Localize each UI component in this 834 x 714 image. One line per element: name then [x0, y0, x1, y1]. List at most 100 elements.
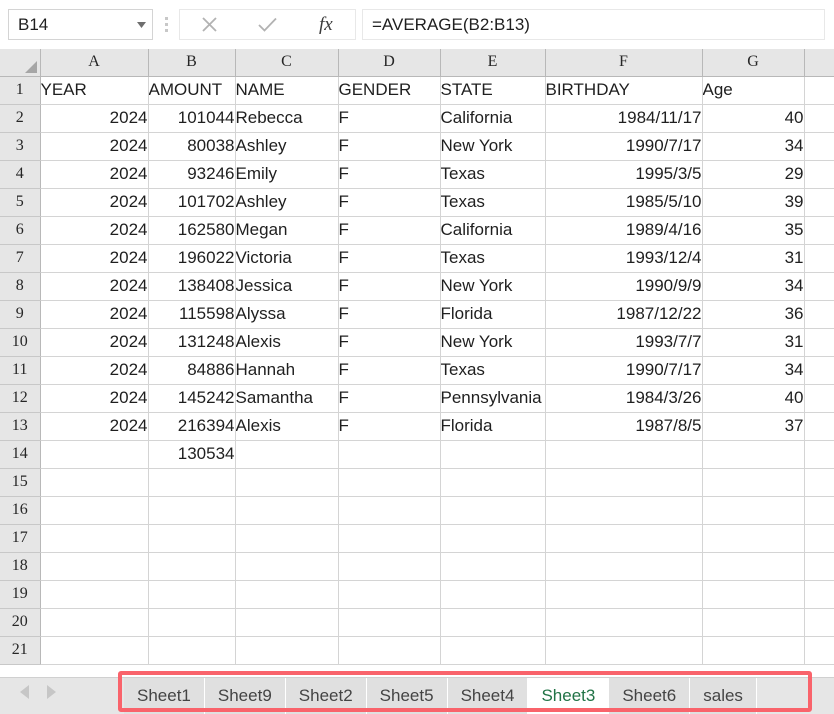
cell-G4[interactable]: 29: [702, 160, 804, 188]
cell-E1[interactable]: STATE: [440, 76, 545, 104]
row-header-2[interactable]: 2: [0, 104, 40, 132]
cell-D15[interactable]: [338, 468, 440, 496]
name-box[interactable]: B14: [8, 9, 153, 40]
cell-F3[interactable]: 1990/7/17: [545, 132, 702, 160]
cell-partial[interactable]: [804, 468, 834, 496]
cell-E14[interactable]: [440, 440, 545, 468]
cell-C2[interactable]: Rebecca: [235, 104, 338, 132]
cell-F19[interactable]: [545, 580, 702, 608]
chevron-down-icon[interactable]: [130, 22, 152, 28]
fx-insert-function-icon[interactable]: fx: [303, 10, 349, 39]
cell-C8[interactable]: Jessica: [235, 272, 338, 300]
cell-A13[interactable]: 2024: [40, 412, 148, 440]
cell-C7[interactable]: Victoria: [235, 244, 338, 272]
cell-E8[interactable]: New York: [440, 272, 545, 300]
sheet-tab-sheet3[interactable]: Sheet3: [528, 678, 609, 714]
row-header-7[interactable]: 7: [0, 244, 40, 272]
cell-D16[interactable]: [338, 496, 440, 524]
column-header-f[interactable]: F: [545, 49, 702, 76]
cell-partial[interactable]: [804, 608, 834, 636]
row-header-9[interactable]: 9: [0, 300, 40, 328]
row-header-16[interactable]: 16: [0, 496, 40, 524]
cell-B1[interactable]: AMOUNT: [148, 76, 235, 104]
cell-A18[interactable]: [40, 552, 148, 580]
row-header-10[interactable]: 10: [0, 328, 40, 356]
cell-D6[interactable]: F: [338, 216, 440, 244]
cell-A15[interactable]: [40, 468, 148, 496]
cell-A11[interactable]: 2024: [40, 356, 148, 384]
cell-E11[interactable]: Texas: [440, 356, 545, 384]
cell-F7[interactable]: 1993/12/4: [545, 244, 702, 272]
nav-previous-arrow-icon[interactable]: [20, 685, 29, 699]
row-header-8[interactable]: 8: [0, 272, 40, 300]
cell-G18[interactable]: [702, 552, 804, 580]
cell-B21[interactable]: [148, 636, 235, 664]
formula-input[interactable]: =AVERAGE(B2:B13): [362, 9, 825, 40]
cell-F1[interactable]: BIRTHDAY: [545, 76, 702, 104]
cell-partial[interactable]: [804, 636, 834, 664]
cell-B8[interactable]: 138408: [148, 272, 235, 300]
cell-partial[interactable]: [804, 244, 834, 272]
cell-F12[interactable]: 1984/3/26: [545, 384, 702, 412]
cell-G12[interactable]: 40: [702, 384, 804, 412]
cell-partial[interactable]: [804, 580, 834, 608]
cell-F10[interactable]: 1993/7/7: [545, 328, 702, 356]
cell-G6[interactable]: 35: [702, 216, 804, 244]
cell-A6[interactable]: 2024: [40, 216, 148, 244]
cell-D18[interactable]: [338, 552, 440, 580]
row-header-13[interactable]: 13: [0, 412, 40, 440]
cell-G19[interactable]: [702, 580, 804, 608]
cell-C12[interactable]: Samantha: [235, 384, 338, 412]
cell-E3[interactable]: New York: [440, 132, 545, 160]
cell-G8[interactable]: 34: [702, 272, 804, 300]
cell-partial[interactable]: [804, 412, 834, 440]
cell-E19[interactable]: [440, 580, 545, 608]
column-header-d[interactable]: D: [338, 49, 440, 76]
cell-G20[interactable]: [702, 608, 804, 636]
cell-C18[interactable]: [235, 552, 338, 580]
row-header-19[interactable]: 19: [0, 580, 40, 608]
row-header-17[interactable]: 17: [0, 524, 40, 552]
cell-B9[interactable]: 115598: [148, 300, 235, 328]
column-header-partial[interactable]: [804, 49, 834, 76]
cell-E18[interactable]: [440, 552, 545, 580]
confirm-check-icon[interactable]: [244, 10, 290, 39]
cell-D12[interactable]: F: [338, 384, 440, 412]
cell-F17[interactable]: [545, 524, 702, 552]
cell-C14[interactable]: [235, 440, 338, 468]
cell-E2[interactable]: California: [440, 104, 545, 132]
cell-B12[interactable]: 145242: [148, 384, 235, 412]
cell-partial[interactable]: [804, 496, 834, 524]
cell-E15[interactable]: [440, 468, 545, 496]
cell-C9[interactable]: Alyssa: [235, 300, 338, 328]
cell-B20[interactable]: [148, 608, 235, 636]
row-header-20[interactable]: 20: [0, 608, 40, 636]
cell-E6[interactable]: California: [440, 216, 545, 244]
cell-F5[interactable]: 1985/5/10: [545, 188, 702, 216]
cell-C5[interactable]: Ashley: [235, 188, 338, 216]
cell-partial[interactable]: [804, 328, 834, 356]
cell-D13[interactable]: F: [338, 412, 440, 440]
cell-B17[interactable]: [148, 524, 235, 552]
cell-D2[interactable]: F: [338, 104, 440, 132]
cell-G2[interactable]: 40: [702, 104, 804, 132]
cell-partial[interactable]: [804, 300, 834, 328]
cell-B10[interactable]: 131248: [148, 328, 235, 356]
cell-partial[interactable]: [804, 104, 834, 132]
cell-G7[interactable]: 31: [702, 244, 804, 272]
cell-G5[interactable]: 39: [702, 188, 804, 216]
cell-F18[interactable]: [545, 552, 702, 580]
cell-G16[interactable]: [702, 496, 804, 524]
cell-D7[interactable]: F: [338, 244, 440, 272]
cell-E5[interactable]: Texas: [440, 188, 545, 216]
cell-C17[interactable]: [235, 524, 338, 552]
row-header-21[interactable]: 21: [0, 636, 40, 664]
sheet-tab-sheet6[interactable]: Sheet6: [609, 678, 690, 714]
cell-D5[interactable]: F: [338, 188, 440, 216]
cell-F4[interactable]: 1995/3/5: [545, 160, 702, 188]
cell-A17[interactable]: [40, 524, 148, 552]
cell-D3[interactable]: F: [338, 132, 440, 160]
cell-partial[interactable]: [804, 160, 834, 188]
column-header-e[interactable]: E: [440, 49, 545, 76]
cell-D11[interactable]: F: [338, 356, 440, 384]
